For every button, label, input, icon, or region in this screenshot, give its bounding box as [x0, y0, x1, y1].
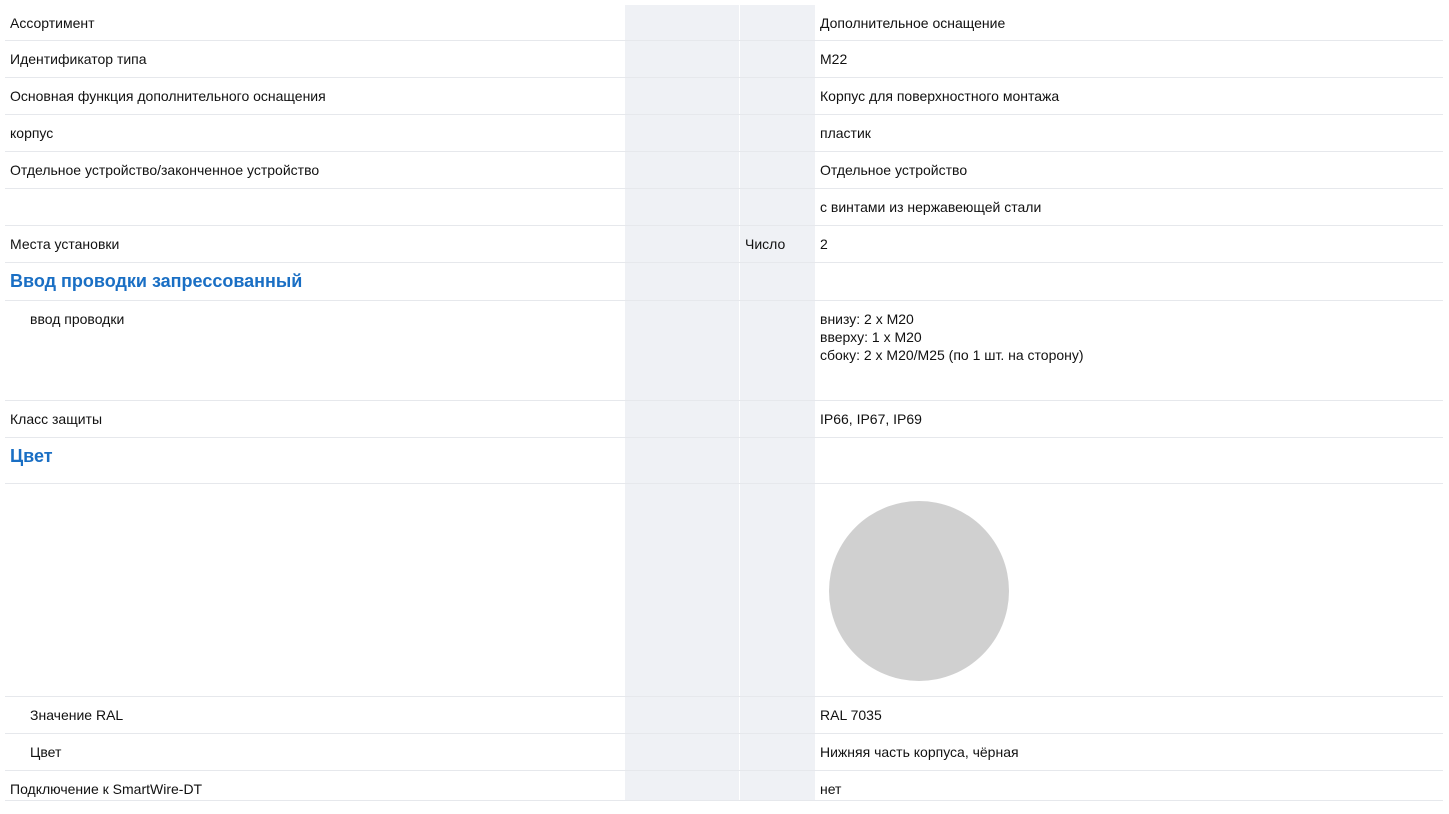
row-value: IP66, IP67, IP69	[820, 411, 922, 427]
row-value: M22	[820, 51, 848, 67]
section-heading: Цвет	[10, 446, 53, 466]
row-label: Класс защиты	[10, 411, 103, 427]
value-line: сбоку: 2 x M20/M25 (по 1 шт. на сторону)	[820, 347, 1084, 363]
spec-row-smartwire: Подключение к SmartWire-DT нет	[5, 771, 1443, 801]
spec-row-color: Цвет Нижняя часть корпуса, чёрная	[5, 734, 1443, 771]
row-label: Отдельное устройство/законченное устройс…	[10, 162, 320, 178]
spec-row-device-kind: Отдельное устройство/законченное устройс…	[5, 152, 1443, 189]
row-label: Основная функция дополнительного оснащен…	[10, 88, 326, 104]
row-label: Идентификатор типа	[10, 51, 147, 67]
section-heading: Ввод проводки запрессованный	[10, 271, 303, 291]
spec-row-assortment: Ассортимент Дополнительное оснащение	[5, 5, 1443, 41]
row-label: Места установки	[10, 236, 120, 252]
row-label: корпус	[10, 125, 54, 141]
spec-row-mounting-places: Места установки Число 2	[5, 226, 1443, 263]
value-line: вверху: 1 x M20	[820, 329, 922, 345]
row-value: пластик	[820, 125, 871, 141]
row-label: Подключение к SmartWire-DT	[10, 781, 203, 797]
spec-row-housing: корпус пластик	[5, 115, 1443, 152]
row-label: ввод проводки	[30, 311, 125, 327]
row-value-multiline: внизу: 2 x M20 вверху: 1 x M20 сбоку: 2 …	[820, 310, 1084, 364]
spec-row-main-function: Основная функция дополнительного оснащен…	[5, 78, 1443, 115]
spec-row-ral-value: Значение RAL RAL 7035	[5, 697, 1443, 734]
row-value: Корпус для поверхностного монтажа	[820, 88, 1060, 104]
spec-row-screws: с винтами из нержавеющей стали	[5, 189, 1443, 226]
row-value: Отдельное устройство	[820, 162, 968, 178]
row-label: Ассортимент	[10, 15, 95, 31]
row-value: Нижняя часть корпуса, чёрная	[820, 744, 1019, 760]
row-value: 2	[820, 236, 828, 252]
value-line: внизу: 2 x M20	[820, 311, 914, 327]
section-color: Цвет	[5, 438, 1443, 484]
row-label: Значение RAL	[30, 707, 124, 723]
color-swatch-row	[5, 484, 1443, 697]
spec-row-type-id: Идентификатор типа M22	[5, 41, 1443, 78]
row-label: Цвет	[30, 744, 62, 760]
row-value: RAL 7035	[820, 707, 882, 723]
spec-table: Ассортимент Дополнительное оснащение Иде…	[5, 5, 1443, 801]
spec-row-protection-class: Класс защиты IP66, IP67, IP69	[5, 401, 1443, 438]
row-value: Дополнительное оснащение	[820, 15, 1006, 31]
row-unit: Число	[745, 236, 786, 252]
ral-color-swatch	[829, 501, 1009, 681]
spec-row-cable-entry: ввод проводки внизу: 2 x M20 вверху: 1 x…	[5, 301, 1443, 401]
row-value: нет	[820, 781, 842, 797]
section-cable-entry: Ввод проводки запрессованный	[5, 263, 1443, 301]
row-value: с винтами из нержавеющей стали	[820, 199, 1042, 215]
